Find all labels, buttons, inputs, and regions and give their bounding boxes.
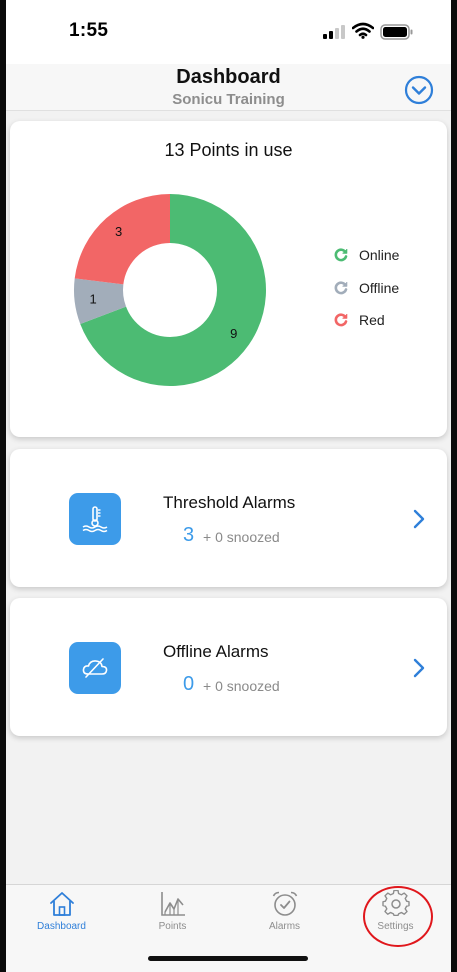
gear-icon — [381, 890, 410, 917]
cellular-signal-icon — [323, 25, 345, 39]
legend-label-online: Online — [359, 247, 400, 264]
threshold-alarms-title: Threshold Alarms — [163, 493, 296, 512]
chevron-right-icon[interactable] — [412, 657, 426, 679]
legend-item-offline[interactable]: Offline — [334, 272, 399, 305]
donut-label-red: 3 — [115, 224, 122, 239]
home-icon — [49, 892, 74, 916]
legend-label-offline: Offline — [359, 279, 400, 296]
tab-alarms[interactable]: Alarms — [229, 885, 340, 945]
threshold-alarms-card[interactable]: Threshold Alarms 3 + 0 snoozed — [10, 449, 447, 587]
cloud-offline-icon — [82, 658, 108, 678]
status-time: 1:55 — [69, 20, 109, 41]
alarm-clock-icon — [272, 891, 297, 916]
points-donut-chart: 9 1 3 — [74, 194, 267, 386]
chart-legend: Online Offline Red — [334, 239, 399, 337]
tab-settings[interactable]: Settings — [340, 885, 451, 945]
legend-label-red: Red — [359, 312, 385, 329]
page-title: Dashboard — [176, 66, 281, 88]
offline-alarm-tile — [69, 642, 121, 694]
donut-label-offline: 1 — [89, 291, 96, 306]
tab-label-settings: Settings — [377, 921, 414, 932]
tab-dashboard[interactable]: Dashboard — [6, 885, 117, 945]
threshold-alarm-tile — [69, 493, 121, 545]
tab-label-points: Points — [158, 921, 187, 932]
offline-alarms-count: 0 — [183, 673, 195, 695]
chart-title: 13 Points in use — [164, 140, 293, 160]
phone-screen: 1:55 Dashboard Sonicu Training 13 Points… — [6, 0, 451, 972]
points-in-use-card: 13 Points in use 9 1 3 Online Offline Red — [10, 121, 447, 437]
chevron-right-icon[interactable] — [412, 508, 426, 530]
threshold-alarms-snoozed: + 0 snoozed — [203, 529, 280, 545]
red-refresh-icon — [334, 313, 348, 327]
chart-icon — [160, 892, 185, 916]
thermometer-water-icon — [82, 506, 108, 533]
status-bar: 1:55 — [6, 0, 451, 64]
tab-points[interactable]: Points — [117, 885, 228, 945]
nav-header: Dashboard Sonicu Training — [6, 64, 451, 111]
legend-item-online[interactable]: Online — [334, 239, 399, 272]
legend-item-red[interactable]: Red — [334, 304, 399, 337]
offline-alarms-title: Offline Alarms — [163, 642, 269, 661]
threshold-alarms-count: 3 — [183, 524, 195, 546]
tab-label-alarms: Alarms — [268, 921, 301, 932]
offline-alarms-card[interactable]: Offline Alarms 0 + 0 snoozed — [10, 598, 447, 736]
online-refresh-icon — [334, 248, 348, 262]
donut-slice-red[interactable] — [74, 194, 170, 285]
chevron-down-circle-icon[interactable] — [404, 75, 434, 105]
offline-alarms-snoozed: + 0 snoozed — [203, 678, 280, 694]
page-subtitle: Sonicu Training — [172, 91, 285, 108]
donut-label-online: 9 — [230, 326, 237, 341]
tab-label-dashboard: Dashboard — [37, 921, 86, 932]
home-indicator — [148, 956, 308, 961]
wifi-icon — [352, 22, 374, 39]
offline-refresh-icon — [334, 281, 348, 295]
battery-icon — [380, 24, 413, 40]
